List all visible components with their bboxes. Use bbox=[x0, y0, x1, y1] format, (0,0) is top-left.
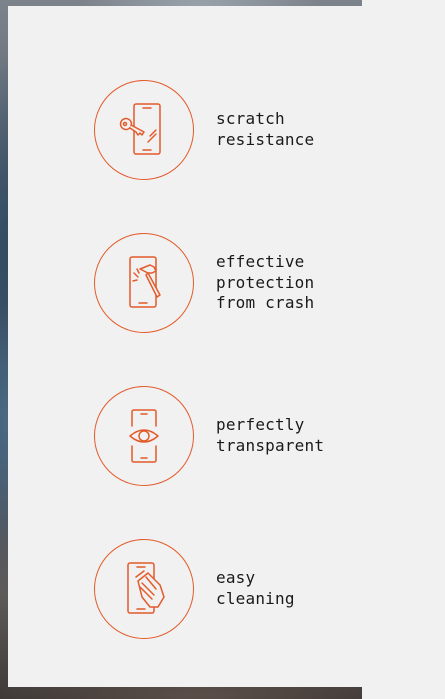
feature-perfectly-transparent: perfectly transparent bbox=[94, 386, 394, 488]
feature-label: scratch resistance bbox=[216, 109, 315, 149]
feature-crash-protection: effective protection from crash bbox=[94, 233, 394, 335]
feature-icon-circle bbox=[94, 233, 194, 333]
phone-key-scratch-icon bbox=[119, 103, 161, 155]
features-panel: scratch resistance effective protection … bbox=[8, 6, 445, 687]
feature-label: effective protection from crash bbox=[216, 251, 315, 313]
phone-hand-cleaning-icon bbox=[127, 562, 165, 614]
feature-icon-circle bbox=[94, 80, 194, 180]
feature-scratch-resistance: scratch resistance bbox=[94, 80, 394, 182]
phone-eye-icon bbox=[129, 409, 159, 463]
feature-easy-cleaning: easy cleaning bbox=[94, 539, 394, 641]
feature-label: perfectly transparent bbox=[216, 415, 325, 455]
phone-hammer-icon bbox=[129, 256, 161, 308]
feature-icon-circle bbox=[94, 386, 194, 486]
feature-icon-circle bbox=[94, 539, 194, 639]
feature-label: easy cleaning bbox=[216, 568, 295, 608]
